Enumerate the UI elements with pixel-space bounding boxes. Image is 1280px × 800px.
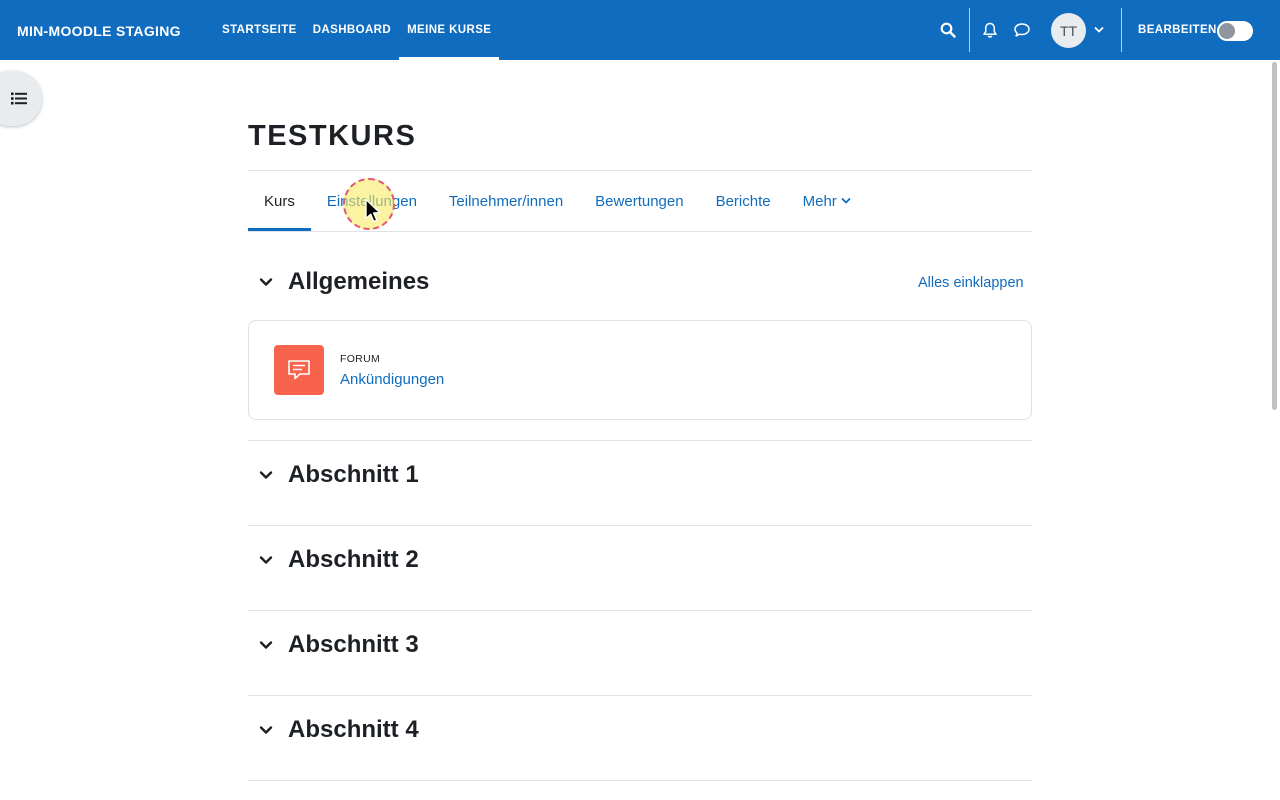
section-title[interactable]: Abschnitt 2 [288,546,419,574]
user-menu-area [1090,0,1108,60]
toggle-knob [1219,23,1235,39]
tab-einstellungen[interactable]: Einstellungen [311,171,433,231]
section-title[interactable]: Abschnitt 3 [288,631,419,659]
site-brand[interactable]: MIN-MOODLE STAGING [17,23,181,39]
top-navbar: MIN-MOODLE STAGING STARTSEITE DASHBOARD … [0,0,1280,60]
nav-startseite[interactable]: STARTSEITE [214,0,305,60]
section-title[interactable]: Abschnitt 4 [288,716,419,744]
activity-link[interactable]: Ankündigungen [340,371,444,388]
section-header: Allgemeines [256,268,429,296]
chevron-down-icon [259,278,273,286]
activity-type-label: FORUM [340,353,380,365]
navbar-divider [969,8,970,52]
tab-mehr-label: Mehr [802,192,837,210]
section-header: Abschnitt 1 [256,461,419,489]
bell-icon [983,22,997,38]
section-header: Abschnitt 4 [256,716,419,744]
section-header: Abschnitt 2 [256,546,419,574]
chevron-down-icon [841,198,851,204]
user-menu-toggle[interactable] [1090,16,1108,44]
section-header: Abschnitt 3 [256,631,419,659]
section-title[interactable]: Abschnitt 1 [288,461,419,489]
navbar-divider [1121,8,1122,52]
course-secondary-navigation: Kurs Einstellungen Teilnehmer/innen Bewe… [248,171,867,231]
tab-teilnehmer[interactable]: Teilnehmer/innen [433,171,579,231]
section-title[interactable]: Allgemeines [288,268,429,296]
notification-area [976,0,1036,60]
primary-navigation: STARTSEITE DASHBOARD MEINE KURSE [214,0,500,60]
list-icon [11,92,27,105]
divider [248,231,1032,232]
nav-meine-kurse[interactable]: MEINE KURSE [399,0,500,60]
messages-button[interactable] [1008,16,1036,44]
chevron-down-icon [259,471,273,479]
section-toggle[interactable] [256,272,276,292]
edit-mode-toggle[interactable] [1217,21,1253,41]
collapse-all-link[interactable]: Alles einklappen [918,275,1024,291]
section-toggle[interactable] [256,465,276,485]
chevron-down-icon [259,641,273,649]
tab-mehr[interactable]: Mehr [787,171,867,231]
nav-dashboard[interactable]: DASHBOARD [305,0,399,60]
activity-icon [274,345,324,395]
chevron-down-icon [1094,27,1104,33]
search-button[interactable] [934,16,962,44]
forum-icon [288,360,310,380]
tab-bewertungen[interactable]: Bewertungen [579,171,699,231]
chat-bubble-icon [1014,23,1030,37]
section-divider [248,525,1032,526]
page-title: TESTKURS [248,120,417,152]
section-divider [248,610,1032,611]
chevron-down-icon [259,726,273,734]
section-divider [248,695,1032,696]
course-index-toggle[interactable] [0,71,42,126]
page-scrollbar[interactable] [1272,62,1277,410]
section-divider [248,440,1032,441]
section-toggle[interactable] [256,550,276,570]
search-area [934,0,962,60]
tab-kurs[interactable]: Kurs [248,171,311,231]
search-icon [940,22,956,38]
edit-mode-label: BEARBEITEN [1138,24,1217,36]
section-toggle[interactable] [256,720,276,740]
tab-berichte[interactable]: Berichte [700,171,787,231]
activity-card: FORUM Ankündigungen [248,320,1032,420]
notifications-button[interactable] [976,16,1004,44]
chevron-down-icon [259,556,273,564]
section-toggle[interactable] [256,635,276,655]
user-avatar[interactable]: TT [1051,13,1086,48]
section-divider [248,780,1032,781]
